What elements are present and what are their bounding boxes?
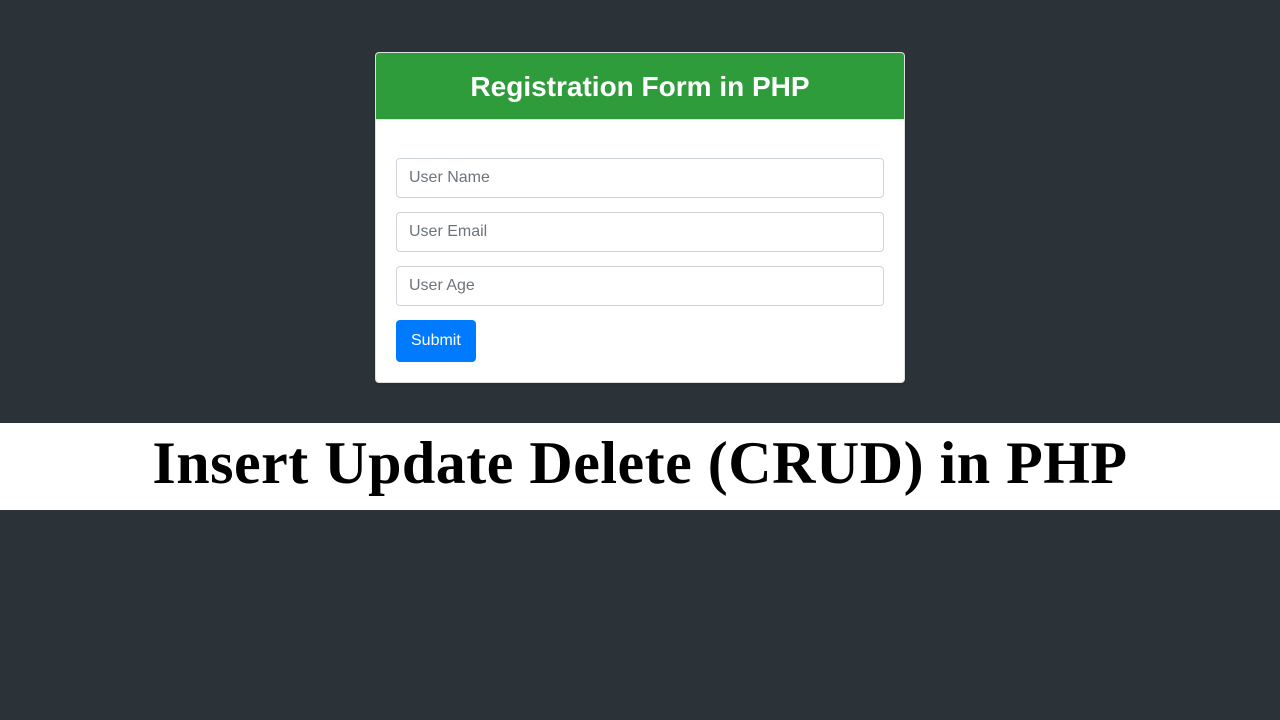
submit-button[interactable]: Submit xyxy=(396,320,476,362)
email-input[interactable] xyxy=(396,212,884,252)
banner-heading: Insert Update Delete (CRUD) in PHP xyxy=(0,429,1280,498)
card-body: Submit xyxy=(376,120,904,382)
card-title: Registration Form in PHP xyxy=(376,53,904,120)
age-input[interactable] xyxy=(396,266,884,306)
bottom-fill xyxy=(0,510,1280,720)
banner-strip: Insert Update Delete (CRUD) in PHP xyxy=(0,423,1280,510)
username-input[interactable] xyxy=(396,158,884,198)
registration-card: Registration Form in PHP Submit xyxy=(375,52,905,383)
